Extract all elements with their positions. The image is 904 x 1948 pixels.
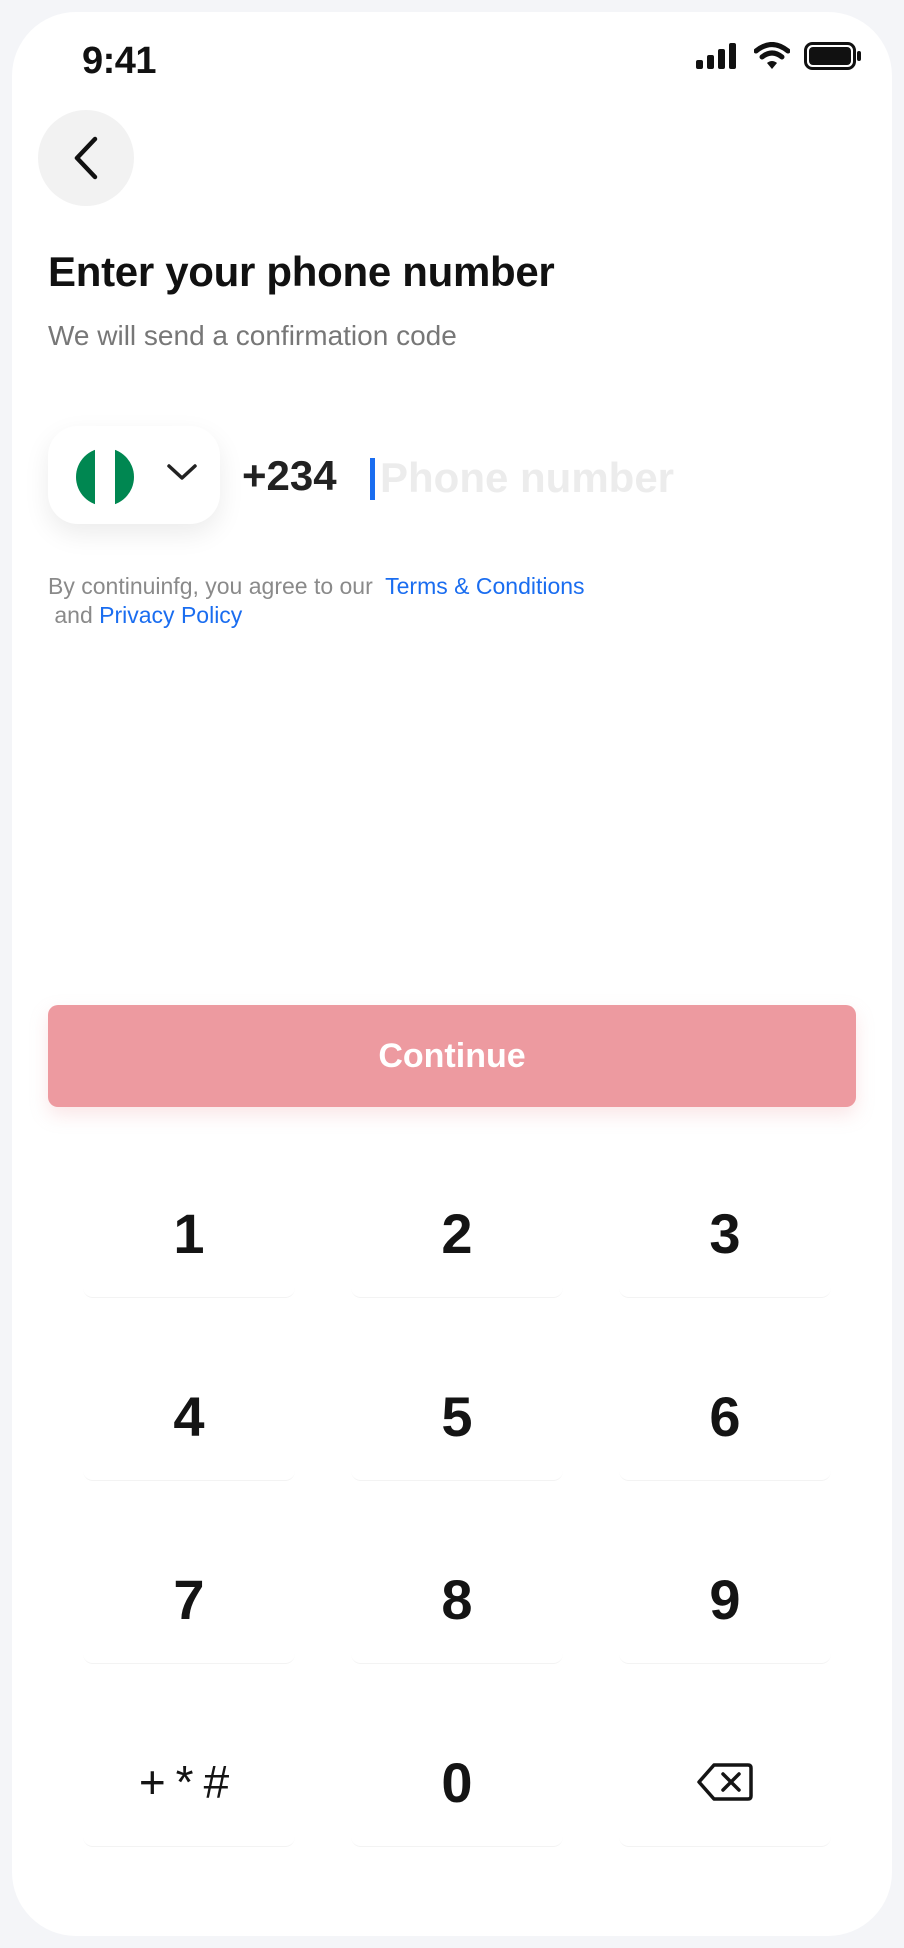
terms-connector: and (54, 602, 93, 628)
terms-link[interactable]: Terms & Conditions (385, 573, 584, 599)
nigeria-flag-icon (76, 448, 134, 506)
terms-notice: By continuinfg, you agree to our Terms &… (48, 572, 585, 630)
key-9[interactable]: 9 (619, 1535, 831, 1664)
page-title: Enter your phone number (48, 248, 555, 295)
page-subtitle: We will send a confirmation code (48, 320, 457, 351)
battery-icon (804, 42, 861, 70)
key-symbols[interactable]: +*# (83, 1718, 295, 1847)
key-2[interactable]: 2 (351, 1169, 563, 1298)
privacy-link[interactable]: Privacy Policy (99, 602, 242, 628)
continue-button[interactable]: Continue (48, 1005, 856, 1107)
status-time: 9:41 (82, 40, 157, 82)
backspace-icon (697, 1763, 753, 1801)
cellular-signal-icon (696, 43, 736, 69)
chevron-down-icon (167, 464, 197, 480)
chevron-left-icon (74, 136, 98, 180)
phone-number-input[interactable] (380, 448, 840, 508)
key-7[interactable]: 7 (83, 1535, 295, 1664)
key-4[interactable]: 4 (83, 1352, 295, 1481)
key-1[interactable]: 1 (83, 1169, 295, 1298)
status-icons (696, 42, 862, 70)
back-button[interactable] (38, 110, 134, 206)
dial-code: +234 (242, 452, 337, 499)
country-code-selector[interactable] (48, 426, 220, 524)
wifi-icon (754, 42, 790, 69)
key-5[interactable]: 5 (351, 1352, 563, 1481)
key-8[interactable]: 8 (351, 1535, 563, 1664)
phone-screen: 9:41 Enter your phone number We will sen… (12, 12, 892, 1936)
key-delete[interactable] (619, 1718, 831, 1847)
terms-prefix: By continuinfg, you agree to our (48, 573, 373, 599)
key-0[interactable]: 0 (351, 1718, 563, 1847)
text-cursor (370, 458, 375, 500)
key-3[interactable]: 3 (619, 1169, 831, 1298)
key-6[interactable]: 6 (619, 1352, 831, 1481)
